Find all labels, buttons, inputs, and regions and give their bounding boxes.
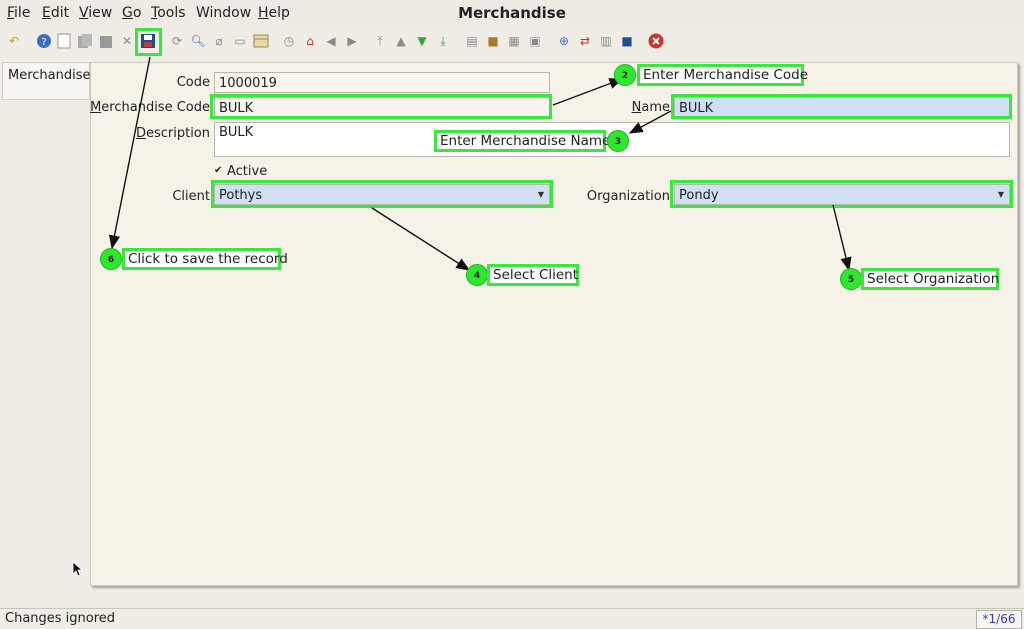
step-badge-2: 2 (614, 64, 636, 86)
callout-select-organization: Select Organization (861, 268, 999, 290)
step-badge-6: 6 (100, 248, 122, 270)
callout-click-to-save: Click to save the record (122, 248, 288, 270)
annotation-arrows (108, 56, 852, 272)
step-badge-3: 3 (607, 130, 629, 152)
record-count[interactable]: *1/66 (976, 610, 1022, 629)
status-message: Changes ignored (5, 611, 116, 626)
callout-enter-merchandise-code: Enter Merchandise Code (637, 64, 808, 86)
status-bar: Changes ignored *1/66 (0, 608, 1024, 629)
callout-enter-merchandise-name: Enter Merchandise Name (434, 130, 610, 152)
mouse-cursor-icon (72, 561, 82, 577)
callout-select-client: Select Client (487, 264, 579, 286)
step-badge-4: 4 (466, 264, 488, 286)
step-badge-5: 5 (840, 268, 862, 290)
